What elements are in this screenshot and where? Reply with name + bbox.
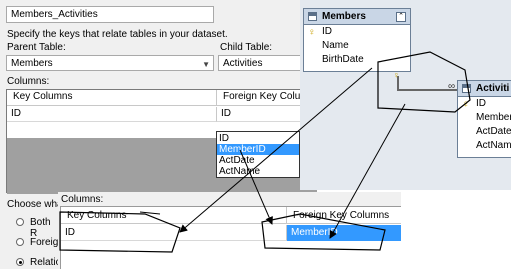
activities-table[interactable]: Activiti ♀ ID MemberI ActDate ActName [457,80,511,158]
parent-table-value: Members [11,58,53,69]
members-table[interactable]: Members ⌃ ♀ ID Name BirthDate [303,8,411,72]
key-icon: ♀ [308,27,316,38]
zoom-columns-grid: Key Columns Foreign Key Columns ID Membe… [60,206,401,269]
members-table-title: Members [322,11,366,22]
column-label: ActDate [476,126,511,137]
activities-column-actname[interactable]: ActName [458,139,511,153]
members-table-header[interactable]: Members ⌃ [304,9,410,25]
zoom-key-columns-header[interactable]: Key Columns [61,207,287,224]
dataset-diagram: Members ⌃ ♀ ID Name BirthDate ♀ ∞ Activi… [300,0,511,190]
key-column-cell[interactable]: ID [7,107,217,122]
table-icon [308,12,317,21]
members-column-name[interactable]: Name [304,39,410,53]
infinity-icon: ∞ [448,81,456,92]
column-label: Name [322,40,349,51]
columns-label: Columns: [7,76,50,87]
radio-foreign-label: Foreig [30,237,59,248]
activities-table-title: Activiti [476,83,510,94]
radio-both-button[interactable] [16,218,24,226]
column-label: BirthDate [322,54,364,65]
foreign-key-dropdown[interactable]: ID MemberID ActDate ActName [216,131,300,178]
table-icon [462,84,471,93]
zoom-key-column-cell[interactable]: ID [61,225,287,241]
column-label: MemberI [476,112,511,123]
collapse-icon[interactable]: ⌃ [396,12,406,22]
activities-column-id[interactable]: ♀ ID [458,97,511,111]
key-icon: ♀ [462,99,470,110]
dropdown-item[interactable]: ActName [217,166,299,177]
instruction-text: Specify the keys that relate tables in y… [7,29,228,40]
activities-table-header[interactable]: Activiti [458,81,511,97]
dropdown-item[interactable]: MemberID [217,144,299,155]
dropdown-item[interactable]: ActDate [217,155,299,166]
parent-table-label: Parent Table: [7,42,66,53]
radio-relation-only-button[interactable] [16,258,24,266]
activities-column-actdate[interactable]: ActDate [458,125,511,139]
radio-foreign-button[interactable] [16,238,24,246]
zoomed-columns-panel: Columns: Key Columns Foreign Key Columns… [58,192,401,269]
zoom-columns-label: Columns: [61,194,104,205]
column-label: ActName [476,140,511,151]
child-table-value: Activities [223,58,263,69]
parent-table-combo[interactable]: Members ▼ [6,55,214,71]
choose-label: Choose wha [7,199,63,210]
members-column-birthdate[interactable]: BirthDate [304,53,410,67]
column-label: ID [322,26,332,37]
column-label: ID [476,98,486,109]
zoom-foreign-key-column-cell[interactable]: MemberID [287,225,401,241]
radio-both-label: Both R [30,217,51,239]
relation-key-icon: ♀ [393,70,400,80]
dropdown-item[interactable]: ID [217,133,299,144]
key-columns-header[interactable]: Key Columns [7,90,217,106]
activities-column-memberid[interactable]: MemberI [458,111,511,125]
child-table-label: Child Table: [220,42,273,53]
chevron-down-icon[interactable]: ▼ [202,59,210,71]
zoom-foreign-key-columns-header[interactable]: Foreign Key Columns [287,207,401,224]
members-column-id[interactable]: ♀ ID [304,25,410,39]
relation-name-input[interactable]: Members_Activities [6,6,214,23]
